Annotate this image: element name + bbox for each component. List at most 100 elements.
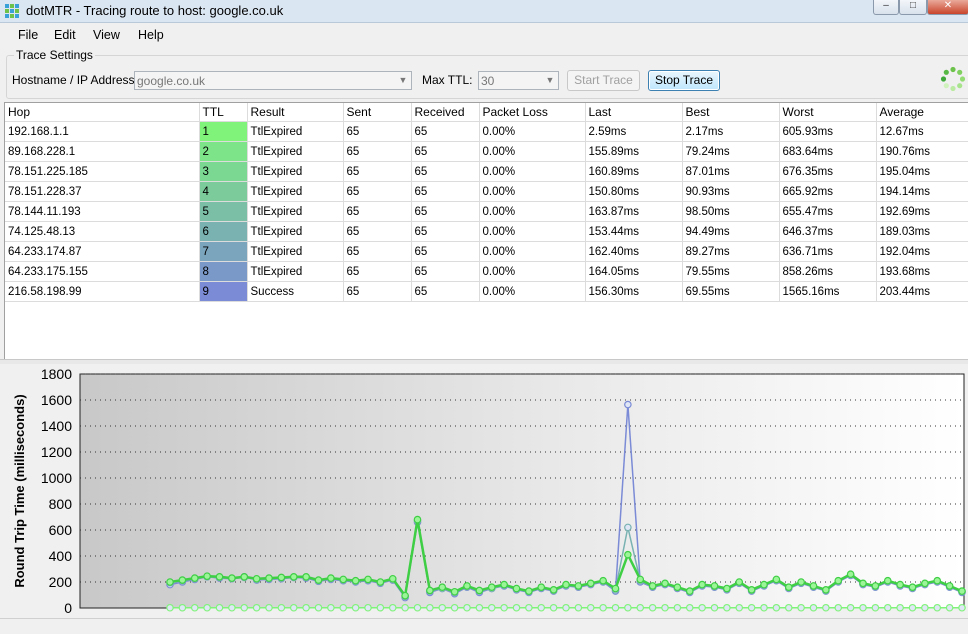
table-row[interactable]: 192.168.1.1 1 TtlExpired 65 65 0.00% 2.59ms 2.1… bbox=[5, 121, 968, 142]
data-point bbox=[277, 603, 286, 612]
data-point bbox=[438, 603, 447, 612]
col-sent-cell: 65 bbox=[343, 241, 412, 262]
data-point bbox=[723, 584, 731, 593]
y-tick-label: 200 bbox=[49, 574, 73, 590]
data-point bbox=[190, 574, 199, 582]
start-trace-button[interactable]: Start Trace bbox=[567, 70, 640, 91]
chevron-down-icon[interactable]: ▼ bbox=[542, 72, 558, 89]
col-packet-loss-header[interactable]: Packet Loss bbox=[479, 103, 586, 122]
data-point bbox=[673, 603, 682, 612]
col-result-header[interactable]: Result bbox=[247, 103, 344, 122]
col-ttl-cell: 8 bbox=[199, 261, 248, 282]
menu-view[interactable]: View bbox=[93, 28, 120, 42]
data-point bbox=[871, 582, 880, 590]
data-point bbox=[624, 550, 632, 559]
menu-file[interactable]: File bbox=[18, 28, 38, 42]
col-worst-cell: 683.64ms bbox=[779, 141, 877, 162]
col-hop-cell: 64.233.174.87 bbox=[5, 241, 200, 262]
data-point bbox=[388, 603, 397, 612]
data-point bbox=[896, 580, 904, 589]
maximize-icon: □ bbox=[909, 0, 917, 11]
col-average-cell: 193.68ms bbox=[876, 261, 968, 282]
menu-edit[interactable]: Edit bbox=[54, 28, 76, 42]
col-last-cell: 162.40ms bbox=[585, 241, 683, 262]
data-point bbox=[525, 603, 533, 612]
col-average-cell: 190.76ms bbox=[876, 141, 968, 162]
col-result-cell: TtlExpired bbox=[247, 161, 344, 182]
col-ttl-header[interactable]: TTL bbox=[199, 103, 248, 122]
data-point bbox=[252, 574, 261, 583]
minimize-button[interactable]: – bbox=[873, 0, 899, 15]
window-title: dotMTR - Tracing route to host: google.c… bbox=[26, 3, 284, 18]
data-point bbox=[265, 603, 273, 612]
data-point bbox=[178, 603, 187, 612]
data-point bbox=[178, 576, 187, 584]
data-point bbox=[240, 603, 249, 612]
data-point bbox=[797, 578, 805, 586]
table-row[interactable]: 64.233.174.87 7 TtlExpired 65 65 0.00% 162.40m… bbox=[5, 241, 968, 262]
col-packet-loss-cell: 0.00% bbox=[479, 281, 586, 302]
data-point bbox=[859, 603, 867, 612]
data-point bbox=[859, 579, 867, 588]
col-best-cell: 79.24ms bbox=[682, 141, 780, 162]
data-point bbox=[760, 580, 768, 589]
col-received-header[interactable]: Received bbox=[411, 103, 480, 122]
col-worst-header[interactable]: Worst bbox=[779, 103, 877, 122]
data-point bbox=[921, 603, 929, 612]
data-point bbox=[426, 586, 434, 595]
col-average-cell: 12.67ms bbox=[876, 121, 968, 142]
col-best-header[interactable]: Best bbox=[682, 103, 780, 122]
col-hop-cell: 74.125.48.13 bbox=[5, 221, 200, 242]
col-packet-loss-cell: 0.00% bbox=[479, 161, 586, 182]
col-sent-cell: 65 bbox=[343, 261, 412, 282]
menu-help[interactable]: Help bbox=[138, 28, 164, 42]
data-point bbox=[710, 603, 719, 612]
col-hop-header[interactable]: Hop bbox=[5, 103, 200, 122]
table-header: Hop TTL Result Sent Received Packet Loss Last B… bbox=[5, 103, 968, 122]
data-point bbox=[487, 603, 496, 612]
table-row[interactable]: 78.151.228.37 4 TtlExpired 65 65 0.00% 150.80m… bbox=[5, 181, 968, 202]
table-row[interactable]: 216.58.198.99 9 Success 65 65 0.00% 156.30ms 69… bbox=[5, 281, 968, 302]
col-average-cell: 192.69ms bbox=[876, 201, 968, 222]
table-row[interactable]: 89.168.228.1 2 TtlExpired 65 65 0.00% 155.89ms… bbox=[5, 141, 968, 162]
col-worst-cell: 1565.16ms bbox=[779, 281, 877, 302]
data-point bbox=[549, 603, 558, 612]
data-point bbox=[958, 587, 966, 595]
rtt-chart: 0 200 400 600 800 1000 1200 1400 1600 1800 Round … bbox=[12, 366, 966, 616]
chevron-down-icon[interactable]: ▼ bbox=[395, 72, 411, 89]
col-sent-header[interactable]: Sent bbox=[343, 103, 412, 122]
col-worst-cell: 605.93ms bbox=[779, 121, 877, 142]
col-worst-cell: 636.71ms bbox=[779, 241, 877, 262]
hostname-combo[interactable]: google.co.uk ▼ bbox=[134, 71, 412, 90]
maxttl-combo[interactable]: 30 ▼ bbox=[478, 71, 559, 90]
data-point bbox=[327, 574, 335, 582]
data-point bbox=[661, 579, 669, 588]
table-row[interactable]: 64.233.175.155 8 TtlExpired 65 65 0.00% 164.05… bbox=[5, 261, 968, 282]
data-point bbox=[302, 573, 310, 581]
stop-trace-button[interactable]: Stop Trace bbox=[648, 70, 720, 91]
table-row[interactable]: 78.144.11.193 5 TtlExpired 65 65 0.00% 163.87m… bbox=[5, 201, 968, 222]
data-point bbox=[958, 603, 966, 612]
table-row[interactable]: 78.151.225.185 3 TtlExpired 65 65 0.00% 160.89… bbox=[5, 161, 968, 182]
close-button[interactable]: ✕ bbox=[927, 0, 968, 15]
col-result-cell: TtlExpired bbox=[247, 241, 344, 262]
maximize-button[interactable]: □ bbox=[899, 0, 927, 15]
results-grid[interactable]: Hop TTL Result Sent Received Packet Loss Last B… bbox=[4, 102, 968, 359]
data-point bbox=[673, 583, 682, 592]
data-point bbox=[438, 583, 447, 592]
col-result-cell: TtlExpired bbox=[247, 141, 344, 162]
table-row[interactable]: 74.125.48.13 6 TtlExpired 65 65 0.00% 153.44ms… bbox=[5, 221, 968, 242]
data-point bbox=[611, 584, 620, 593]
col-last-header[interactable]: Last bbox=[585, 103, 683, 122]
col-worst-cell: 655.47ms bbox=[779, 201, 877, 222]
data-point bbox=[537, 583, 546, 592]
data-point bbox=[784, 603, 793, 612]
data-point bbox=[574, 603, 583, 612]
col-hop-cell: 192.168.1.1 bbox=[5, 121, 200, 142]
data-point bbox=[562, 603, 570, 612]
col-average-header[interactable]: Average bbox=[876, 103, 968, 122]
col-received-cell: 65 bbox=[411, 281, 480, 302]
data-point bbox=[933, 576, 942, 585]
col-sent-cell: 65 bbox=[343, 281, 412, 302]
data-point bbox=[512, 603, 521, 612]
